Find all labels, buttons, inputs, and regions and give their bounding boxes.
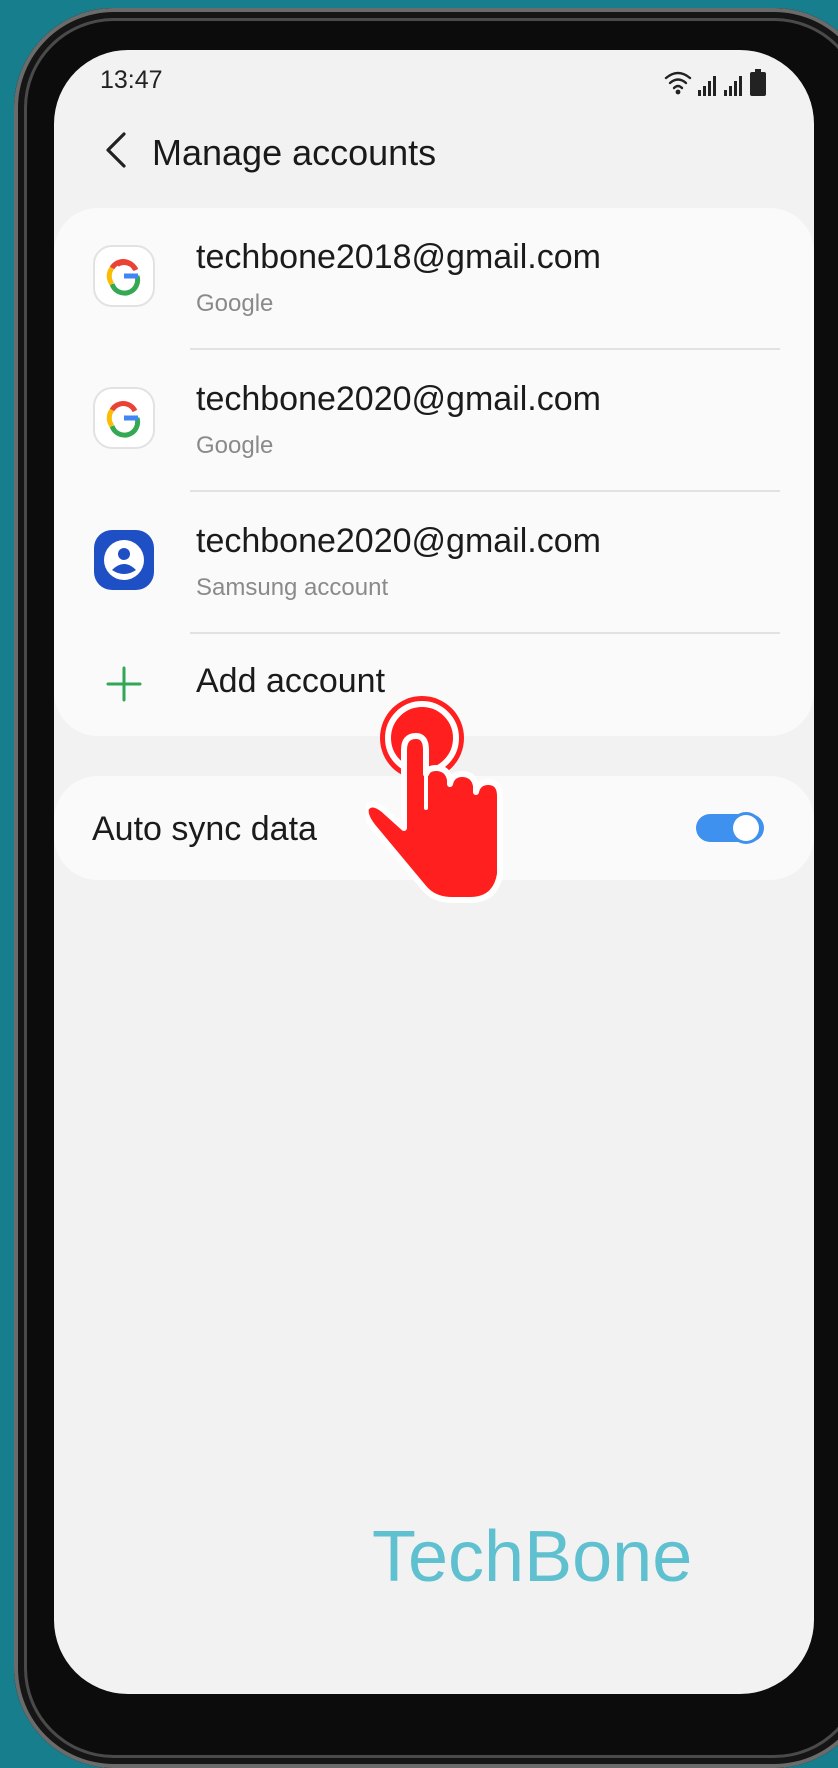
- back-arrow-icon[interactable]: [98, 128, 138, 172]
- account-email: techbone2018@gmail.com: [196, 238, 601, 276]
- signal-icon-1: [698, 76, 716, 96]
- account-type: Google: [196, 290, 274, 317]
- add-account-label: Add account: [196, 662, 386, 700]
- app-header: Manage accounts: [54, 110, 814, 200]
- account-type: Google: [196, 432, 274, 459]
- battery-icon: [750, 69, 766, 96]
- accounts-card: techbone2018@gmail.com Google techbone20…: [54, 208, 814, 736]
- status-bar: 13:47: [100, 66, 774, 102]
- auto-sync-toggle[interactable]: [696, 810, 764, 846]
- google-icon: [93, 387, 155, 449]
- account-row-3[interactable]: techbone2020@gmail.com Samsung account: [54, 492, 814, 634]
- plus-icon: [106, 666, 142, 702]
- page-title: Manage accounts: [152, 132, 437, 173]
- account-email: techbone2020@gmail.com: [196, 380, 601, 418]
- account-type: Samsung account: [196, 574, 389, 601]
- auto-sync-label: Auto sync data: [92, 810, 317, 848]
- status-time: 13:47: [100, 66, 163, 94]
- hand-pointer-icon: [366, 696, 503, 903]
- account-row-2[interactable]: techbone2020@gmail.com Google: [54, 350, 814, 492]
- signal-icon-2: [724, 76, 742, 96]
- wifi-icon: [664, 71, 692, 90]
- google-icon: [93, 245, 155, 307]
- status-icons: [664, 69, 766, 96]
- techbone-watermark: TechBone: [372, 1517, 693, 1597]
- account-email: techbone2020@gmail.com: [196, 522, 601, 560]
- account-row-1[interactable]: techbone2018@gmail.com Google: [54, 208, 814, 350]
- samsung-account-icon: [94, 530, 154, 590]
